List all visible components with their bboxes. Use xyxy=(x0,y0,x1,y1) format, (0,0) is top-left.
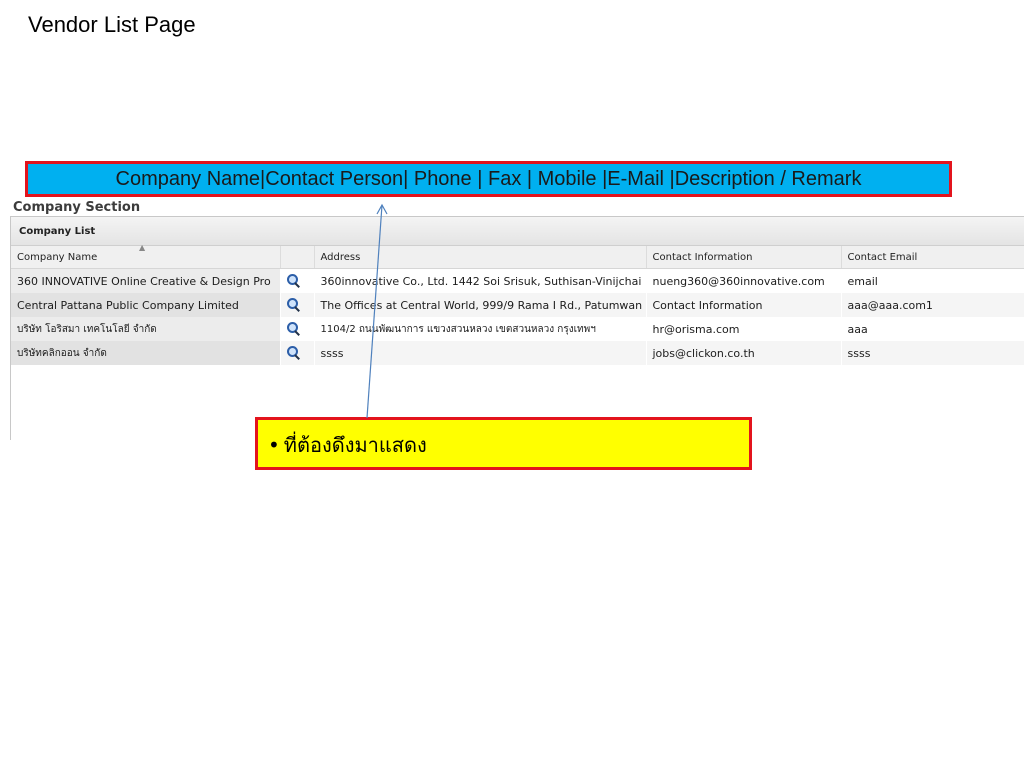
cell-company-name: 360 INNOVATIVE Online Creative & Design … xyxy=(11,268,281,293)
view-details-button[interactable] xyxy=(280,317,315,341)
table-row[interactable]: บริษัท โอริสมา เทคโนโลยี จำกัด 1104/2 ถน… xyxy=(11,317,1024,341)
cell-address: 1104/2 ถนนพัฒนาการ แขวงสวนหลวง เขตสวนหลว… xyxy=(314,317,647,341)
callout-text: ที่ต้องดึงมาแสดง xyxy=(283,433,427,457)
magnifier-icon[interactable] xyxy=(286,298,301,312)
column-header-company-name[interactable]: Company Name ▲ xyxy=(11,243,281,269)
cell-contact-email: email xyxy=(841,268,1024,293)
cell-contact-email: aaa xyxy=(841,317,1024,341)
section-body: Company List Company Name ▲ Address Conta… xyxy=(10,216,1024,440)
cell-company-name: บริษัทคลิกออน จำกัด xyxy=(11,341,281,365)
sort-caret-icon: ▲ xyxy=(139,243,146,252)
magnifier-icon[interactable] xyxy=(286,274,301,288)
cell-contact-email: aaa@aaa.com1 xyxy=(841,293,1024,317)
cell-company-name: Central Pattana Public Company Limited xyxy=(11,293,281,317)
cell-address: 360innovative Co., Ltd. 1442 Soi Srisuk,… xyxy=(314,268,647,293)
field-list-banner: Company Name|Contact Person| Phone | Fax… xyxy=(25,161,952,197)
slide-title: Vendor List Page xyxy=(28,12,196,37)
magnifier-icon[interactable] xyxy=(286,322,301,336)
callout-bullet: • xyxy=(268,433,280,457)
column-header-view xyxy=(280,246,315,269)
table-header-row: Company Name ▲ Address Contact Informatio… xyxy=(11,243,1024,269)
company-table: Company Name ▲ Address Contact Informatio… xyxy=(11,243,1024,365)
callout-box: • ที่ต้องดึงมาแสดง xyxy=(255,417,752,470)
cell-contact-information: jobs@clickon.co.th xyxy=(646,341,842,365)
cell-contact-information: Contact Information xyxy=(646,293,842,317)
table-row[interactable]: 360 INNOVATIVE Online Creative & Design … xyxy=(11,268,1024,293)
cell-contact-information: nueng360@360innovative.com xyxy=(646,268,842,293)
company-section-panel: Company Section Company List Company Nam… xyxy=(0,200,1024,440)
view-details-button[interactable] xyxy=(280,293,315,317)
cell-address: The Offices at Central World, 999/9 Rama… xyxy=(314,293,647,317)
column-header-contact-email[interactable]: Contact Email xyxy=(841,246,1024,269)
magnifier-icon[interactable] xyxy=(286,346,301,360)
cell-contact-email: ssss xyxy=(841,341,1024,365)
table-row[interactable]: บริษัทคลิกออน จำกัด ssss jobs@clickon.co… xyxy=(11,341,1024,365)
column-header-address[interactable]: Address xyxy=(314,246,647,269)
section-title: Company Section xyxy=(13,200,141,215)
view-details-button[interactable] xyxy=(280,341,315,365)
view-details-button[interactable] xyxy=(280,268,315,293)
cell-company-name: บริษัท โอริสมา เทคโนโลยี จำกัด xyxy=(11,317,281,341)
cell-address: ssss xyxy=(314,341,647,365)
cell-contact-information: hr@orisma.com xyxy=(646,317,842,341)
column-header-contact-information[interactable]: Contact Information xyxy=(646,246,842,269)
table-row[interactable]: Central Pattana Public Company Limited T… xyxy=(11,293,1024,317)
company-list-header: Company List xyxy=(11,217,1024,246)
